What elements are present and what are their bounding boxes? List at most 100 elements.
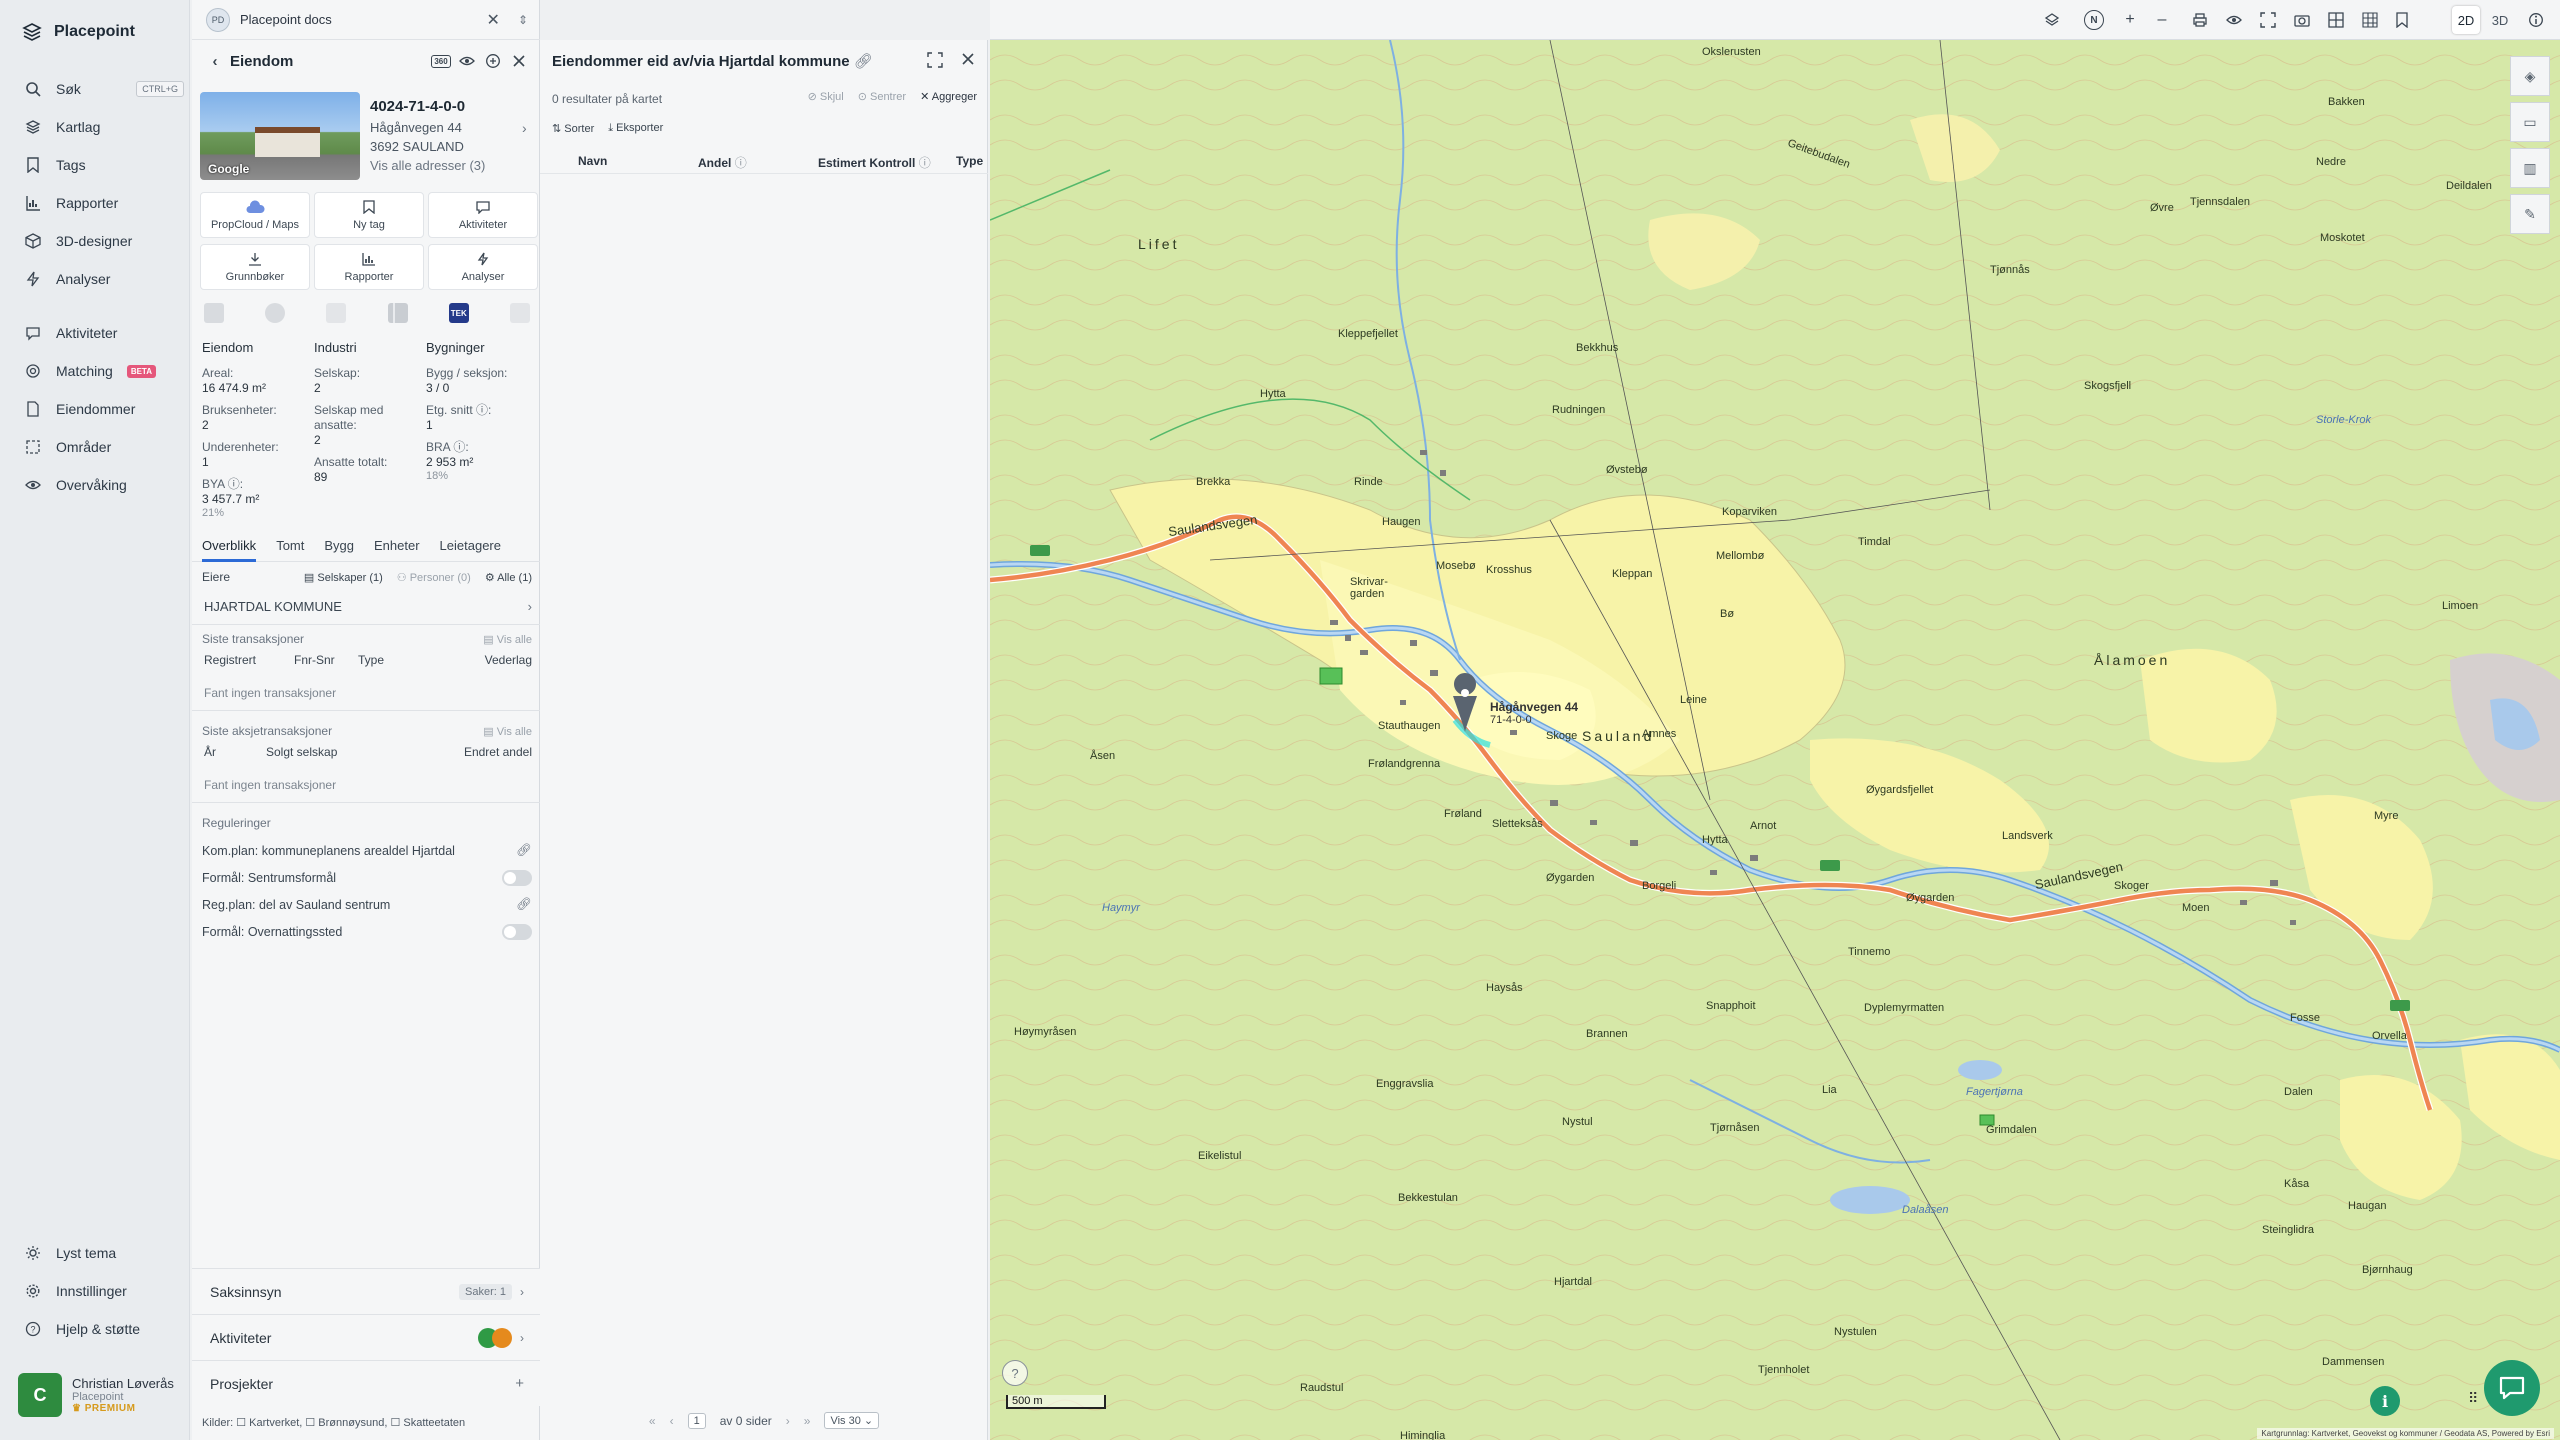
nav-item-omrader[interactable]: Områder [24, 434, 184, 460]
help-icon[interactable]: ? [1002, 1360, 1028, 1386]
hide-button[interactable]: ⊘ Skjul [808, 90, 844, 103]
sort-button[interactable]: ⇅ Sorter [552, 122, 594, 135]
nav-item-search[interactable]: Søk CTRL+G [24, 76, 184, 102]
workspace-bar[interactable]: PD Placepoint docs ✕ ⇕ [192, 0, 540, 40]
view-360-icon[interactable]: 360 [428, 50, 454, 72]
close-icon[interactable]: ✕ [487, 10, 500, 30]
tab-overblikk[interactable]: Overblikk [202, 532, 257, 562]
property-photo[interactable]: Google [200, 92, 360, 180]
info-icon[interactable] [2526, 10, 2546, 30]
back-icon[interactable]: ‹ [206, 50, 224, 72]
accordion-saksinnsyn[interactable]: Saksinnsyn Saker: 1 › [192, 1268, 540, 1314]
house-icon[interactable] [509, 303, 530, 323]
export-button[interactable]: ⤓ Eksporter [608, 122, 663, 135]
accordion-prosjekter[interactable]: Prosjekter + [192, 1360, 540, 1406]
chevron-updown-icon[interactable]: ⇕ [518, 13, 528, 27]
regulation-row[interactable]: Kom.plan: kommuneplanens arealdel Hjartd… [202, 843, 532, 858]
nav-item-rapporter[interactable]: Rapporter [24, 190, 184, 216]
filter-companies[interactable]: ▤ Selskaper (1) [304, 571, 383, 584]
filter-all[interactable]: ⚙ Alle (1) [485, 571, 532, 584]
factory-icon[interactable] [326, 303, 347, 323]
nav-item-3d-designer[interactable]: 3D-designer [24, 228, 184, 254]
expand-icon[interactable] [927, 52, 943, 68]
camera-icon[interactable] [2292, 10, 2312, 30]
tile-propcloud[interactable]: PropCloud / Maps [200, 192, 310, 238]
plus-icon[interactable]: + [515, 1375, 524, 1392]
drag-handle-icon[interactable]: ⠿ [2468, 1390, 2478, 1407]
nav-item-aktiviteter[interactable]: Aktiviteter [24, 320, 184, 346]
col-header-estimert-kontroll[interactable]: Estimert Kontroll ⓘ [818, 154, 931, 171]
nav-item-overvaking[interactable]: Overvåking [24, 472, 184, 498]
nav-item-matching[interactable]: Matching BETA [24, 358, 184, 384]
tab-bygg[interactable]: Bygg [324, 532, 354, 562]
map-canvas[interactable]: Lifet Sauland Ålamoen Saulandsvegen Saul… [990, 40, 2560, 1440]
regulation-row[interactable]: Formål: Overnattingssted [202, 924, 532, 940]
chevron-right-icon[interactable]: › [522, 120, 527, 136]
fullscreen-icon[interactable] [2258, 10, 2278, 30]
col-header-navn[interactable]: Navn [578, 154, 607, 168]
first-page-icon[interactable]: « [649, 1414, 656, 1428]
regulation-row[interactable]: Reg.plan: del av Sauland sentrum 🔗︎ [202, 897, 532, 912]
info-button[interactable]: i [2370, 1386, 2400, 1416]
prev-page-icon[interactable]: ‹ [670, 1414, 674, 1428]
tek-icon[interactable]: TEK [448, 303, 469, 323]
show-all-link[interactable]: ▤ Vis alle [483, 633, 532, 646]
aggregate-button[interactable]: ✕ Aggreger [920, 90, 977, 103]
tab-tomt[interactable]: Tomt [276, 532, 304, 562]
tab-enheter[interactable]: Enheter [374, 532, 420, 562]
building-register-icon[interactable] [204, 303, 224, 323]
grid-icon[interactable] [2360, 10, 2380, 30]
next-page-icon[interactable]: › [786, 1414, 790, 1428]
nav-item-tags[interactable]: Tags [24, 152, 184, 178]
zoom-in-icon[interactable]: + [2120, 10, 2140, 30]
filter-persons[interactable]: ⚇ Personer (0) [397, 571, 471, 584]
nav-item-settings[interactable]: Innstillinger [24, 1278, 184, 1304]
tile-analyser[interactable]: Analyser [428, 244, 538, 290]
tile-rapporter[interactable]: Rapporter [314, 244, 424, 290]
owner-row[interactable]: HJARTDAL KOMMUNE › [202, 596, 532, 616]
link-icon[interactable]: 🔗︎ [854, 53, 873, 70]
show-all-link[interactable]: ▤ Vis alle [483, 725, 532, 738]
accordion-aktiviteter[interactable]: Aktiviteter › [192, 1314, 540, 1360]
nav-item-analyser[interactable]: Analyser [24, 266, 184, 292]
link-icon[interactable]: 🔗︎ [516, 897, 532, 912]
globe-icon[interactable] [265, 303, 286, 323]
chat-button[interactable] [2484, 1360, 2540, 1416]
user-profile[interactable]: C Christian Løverås Placepoint ♛ PREMIUM [18, 1373, 174, 1417]
close-icon[interactable] [506, 50, 532, 72]
chart-tool-button[interactable]: ▥ [2510, 148, 2550, 188]
regulation-row[interactable]: Formål: Sentrumsformål [202, 870, 532, 886]
layer-tool-button[interactable]: ◈ [2510, 56, 2550, 96]
center-button[interactable]: ⊙ Sentrer [858, 90, 906, 103]
measure-tool-button[interactable]: ▭ [2510, 102, 2550, 142]
regulation-toggle[interactable] [502, 924, 532, 940]
page-input[interactable]: 1 [687, 1412, 706, 1429]
add-circle-icon[interactable] [480, 50, 506, 72]
link-icon[interactable]: 🔗︎ [516, 843, 532, 858]
all-addresses-link[interactable]: Vis alle adresser (3) [370, 158, 485, 173]
col-header-andel[interactable]: Andel ⓘ [698, 154, 747, 171]
print-icon[interactable] [2190, 10, 2210, 30]
tile-ny-tag[interactable]: Ny tag [314, 192, 424, 238]
eye-icon[interactable] [2224, 10, 2244, 30]
zoom-out-icon[interactable]: – [2152, 10, 2172, 30]
nav-item-help[interactable]: ? Hjelp & støtte [24, 1316, 184, 1342]
app-logo[interactable]: Placepoint [22, 22, 135, 42]
signal-icon[interactable] [387, 303, 408, 323]
mode-2d-button[interactable]: 2D [2452, 6, 2480, 34]
compass-icon[interactable]: N [2084, 10, 2104, 30]
nav-item-kartlag[interactable]: Kartlag [24, 114, 184, 140]
page-size-select[interactable]: Vis 30 ⌄ [824, 1412, 880, 1429]
eye-icon[interactable] [454, 50, 480, 72]
last-page-icon[interactable]: » [804, 1414, 811, 1428]
grid-icon[interactable] [2326, 10, 2346, 30]
draw-tool-button[interactable]: ✎ [2510, 194, 2550, 234]
tile-aktiviteter[interactable]: Aktiviteter [428, 192, 538, 238]
layers-stack-icon[interactable] [2042, 10, 2062, 30]
col-header-type[interactable]: Type [956, 154, 983, 168]
mode-3d-button[interactable]: 3D [2486, 6, 2514, 34]
tile-grunnboker[interactable]: Grunnbøker [200, 244, 310, 290]
nav-item-eiendommer[interactable]: Eiendommer [24, 396, 184, 422]
bookmark-icon[interactable] [2392, 10, 2412, 30]
regulation-toggle[interactable] [502, 870, 532, 886]
